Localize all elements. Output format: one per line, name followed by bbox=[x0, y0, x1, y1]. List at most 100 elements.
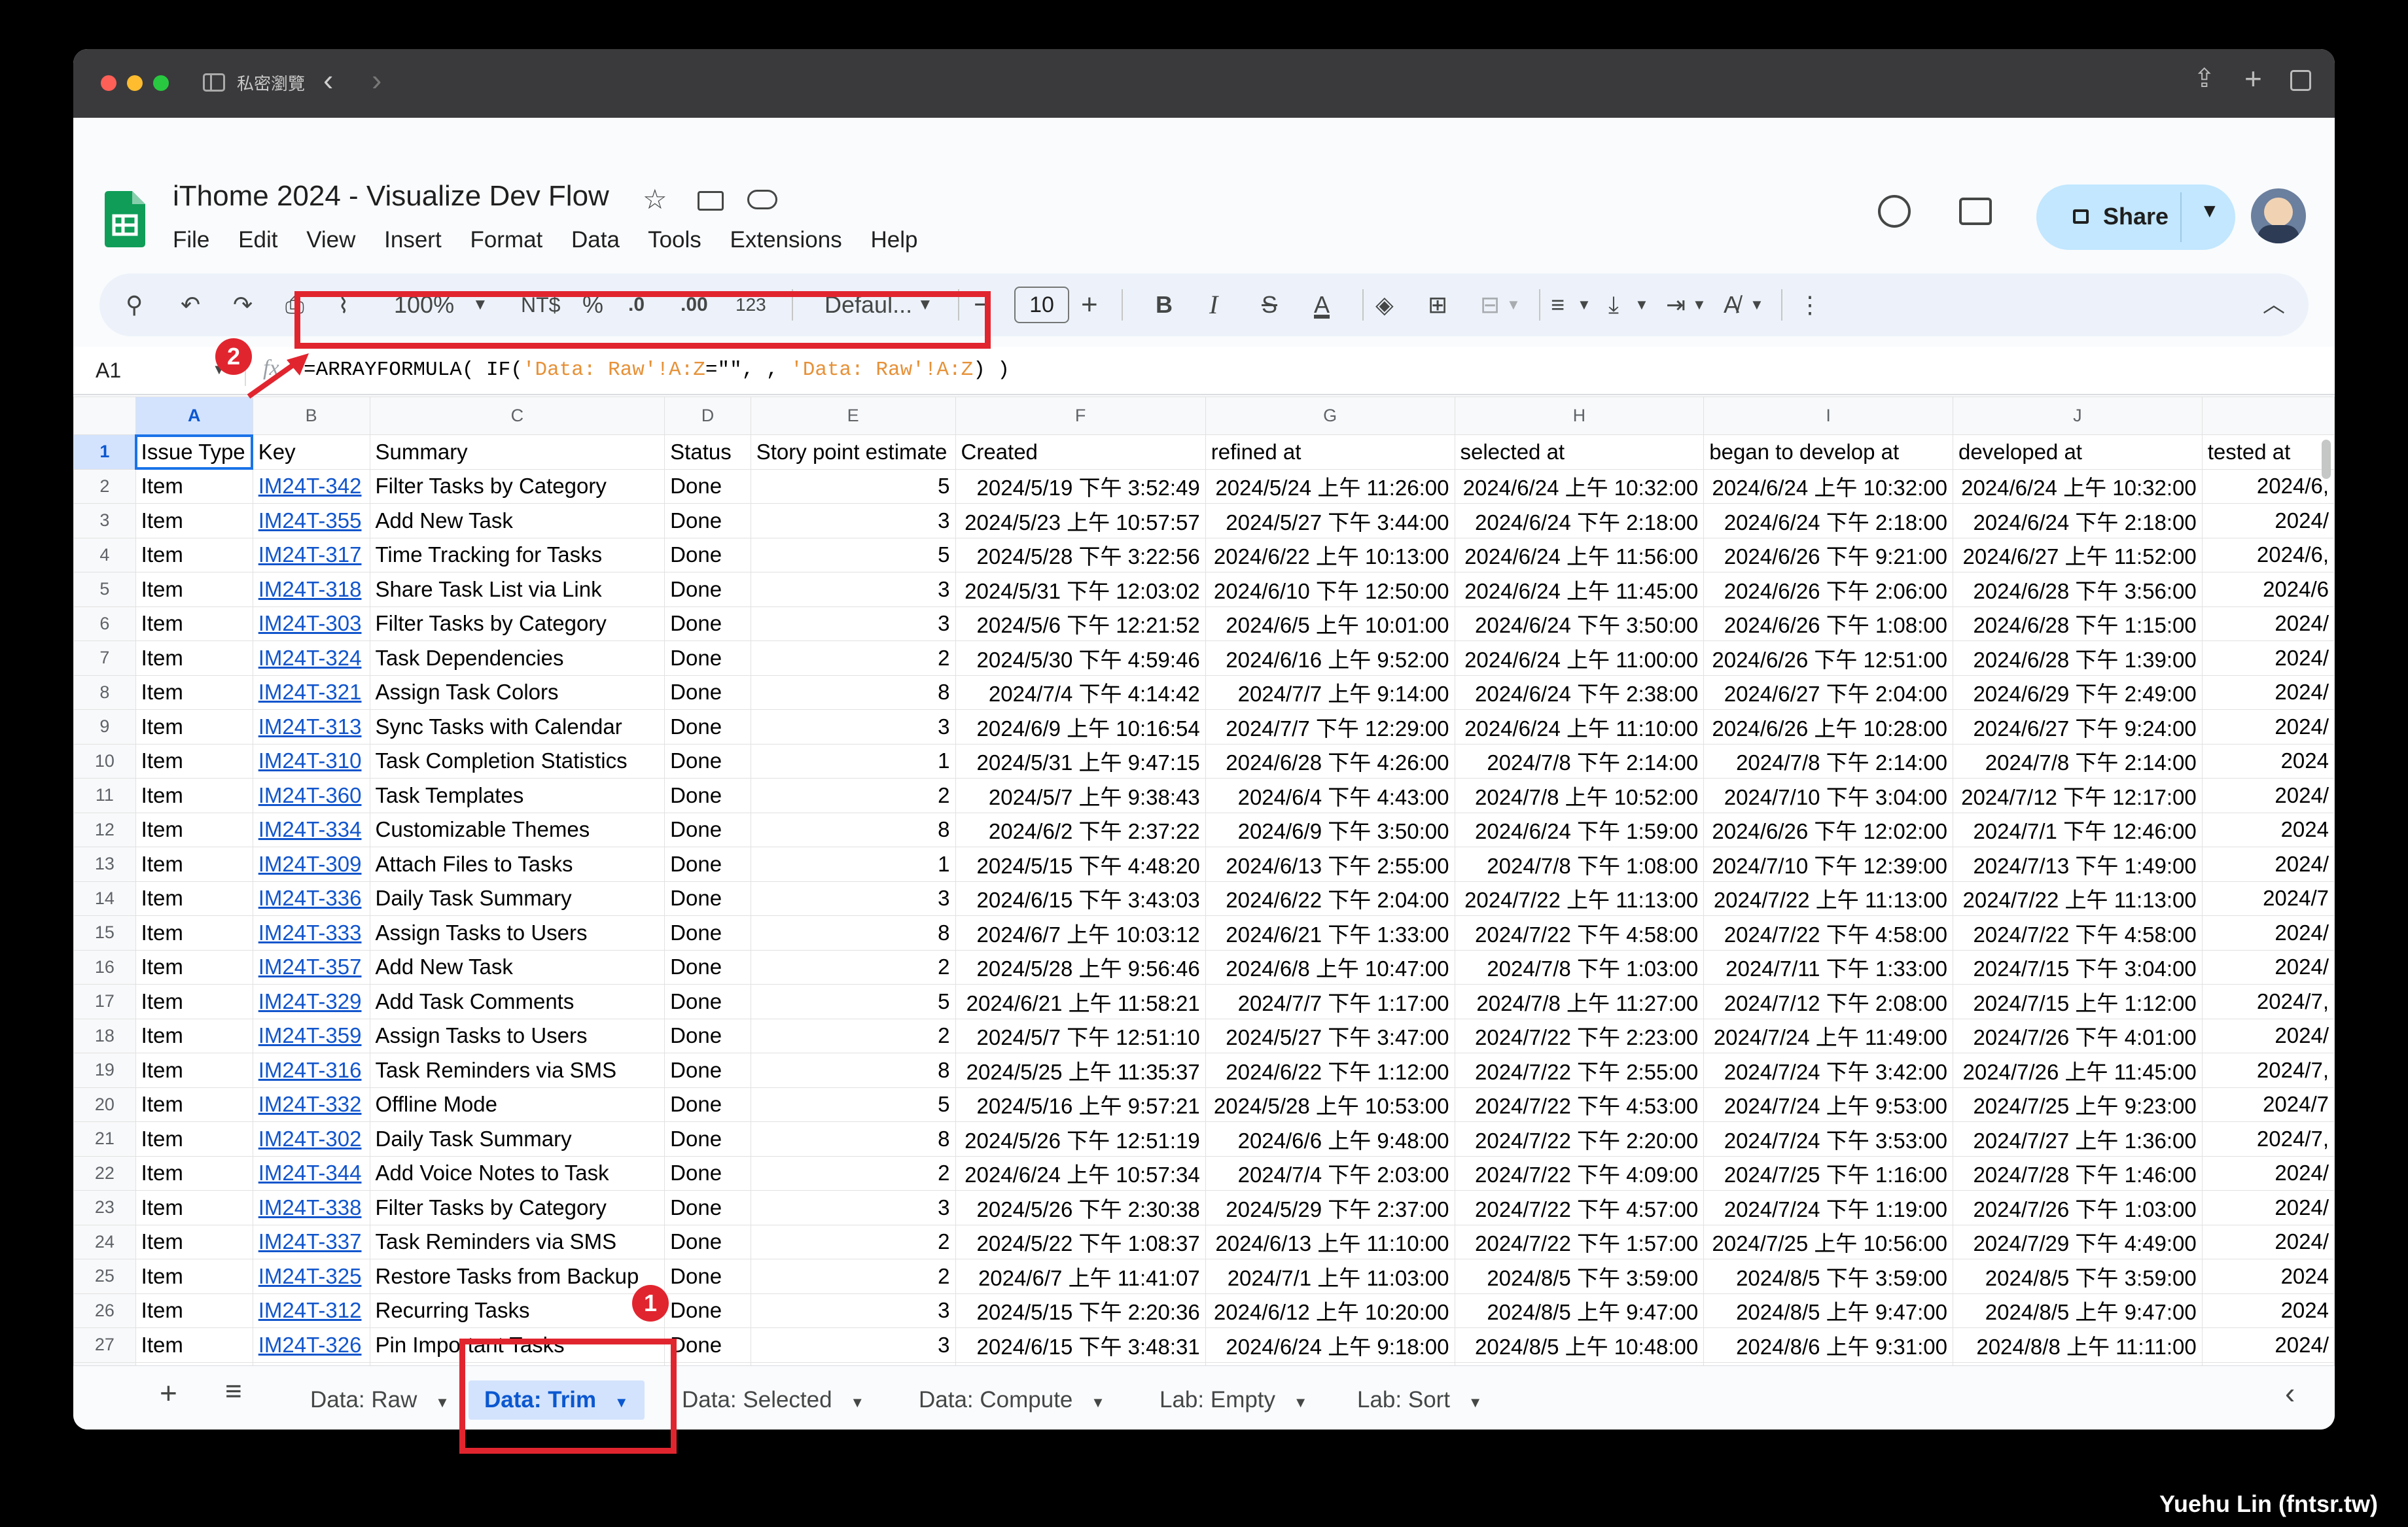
table-cell[interactable]: 2 bbox=[750, 1224, 956, 1259]
table-cell[interactable]: 2024/8/8 上午 11:11:00 bbox=[1952, 1327, 2203, 1363]
table-cell[interactable]: 2024/7/12 下午 12:17:00 bbox=[1952, 778, 2203, 813]
table-cell[interactable]: 2024/6/2 下午 2:37:22 bbox=[955, 812, 1206, 847]
header-cell[interactable]: Issue Type bbox=[135, 434, 254, 470]
table-cell[interactable]: Share Task List via Link bbox=[369, 572, 665, 607]
issue-key-link[interactable]: IM24T-313 bbox=[252, 709, 370, 745]
table-cell[interactable]: 2024/ bbox=[2201, 606, 2335, 641]
table-cell[interactable]: 2024/7/25 上午 9:23:00 bbox=[1952, 1087, 2203, 1122]
sidebar-toggle-icon[interactable] bbox=[203, 73, 225, 92]
table-cell[interactable]: 2024/5/26 下午 12:51:19 bbox=[955, 1121, 1206, 1157]
table-cell[interactable]: 2024/7 bbox=[2201, 1087, 2335, 1122]
menu-edit[interactable]: Edit bbox=[238, 227, 277, 253]
issue-key-link[interactable]: IM24T-357 bbox=[252, 949, 370, 985]
table-cell[interactable]: 2024/ bbox=[2201, 778, 2335, 813]
row-header[interactable]: 12 bbox=[73, 812, 136, 847]
table-cell[interactable]: 3 bbox=[750, 1293, 956, 1328]
table-cell[interactable]: 2024/5/7 下午 12:51:10 bbox=[955, 1018, 1206, 1053]
version-history-icon[interactable] bbox=[1878, 195, 1911, 228]
table-cell[interactable]: 2024/6/24 下午 2:18:00 bbox=[1703, 503, 1953, 538]
table-cell[interactable]: 2024/6/28 下午 4:26:00 bbox=[1205, 743, 1455, 779]
table-cell[interactable]: 2024/7/24 上午 9:53:00 bbox=[1703, 1087, 1953, 1122]
menu-help[interactable]: Help bbox=[870, 227, 917, 253]
share-dropdown-icon[interactable]: ▼ bbox=[2200, 200, 2220, 222]
row-header[interactable]: 25 bbox=[73, 1259, 136, 1294]
table-cell[interactable]: 2024 bbox=[2201, 812, 2335, 847]
vertical-align-icon[interactable]: ⤓ bbox=[1608, 273, 1619, 336]
table-cell[interactable]: 2024/6/22 下午 2:04:00 bbox=[1205, 881, 1455, 916]
column-header-H[interactable]: H bbox=[1454, 396, 1705, 435]
table-cell[interactable]: Filter Tasks by Category bbox=[369, 606, 665, 641]
table-cell[interactable]: 2024/6/24 上午 11:00:00 bbox=[1454, 641, 1705, 676]
row-header[interactable]: 21 bbox=[73, 1121, 136, 1157]
table-cell[interactable]: 2024/ bbox=[2201, 675, 2335, 710]
issue-key-link[interactable]: IM24T-312 bbox=[252, 1293, 370, 1328]
table-cell[interactable]: 5 bbox=[750, 468, 956, 504]
move-folder-icon[interactable] bbox=[698, 191, 724, 211]
issue-key-link[interactable]: IM24T-316 bbox=[252, 1053, 370, 1088]
table-cell[interactable]: 2024/7/24 下午 3:53:00 bbox=[1703, 1121, 1953, 1157]
issue-key-link[interactable]: IM24T-359 bbox=[252, 1018, 370, 1053]
column-header-D[interactable]: D bbox=[664, 396, 751, 435]
table-cell[interactable]: 2024/8/5 下午 3:59:00 bbox=[1703, 1259, 1953, 1294]
avatar[interactable] bbox=[2251, 188, 2306, 243]
strikethrough-button[interactable]: S bbox=[1262, 273, 1277, 336]
table-cell[interactable]: 2024/7/8 下午 1:03:00 bbox=[1454, 949, 1705, 985]
table-cell[interactable]: Customizable Themes bbox=[369, 812, 665, 847]
sheet-tab-dropdown-icon[interactable]: ▼ bbox=[1468, 1394, 1483, 1411]
table-cell[interactable]: 2024/ bbox=[2201, 641, 2335, 676]
table-cell[interactable]: 3 bbox=[750, 1327, 956, 1363]
table-cell[interactable]: 2024/6/24 上午 10:32:00 bbox=[1703, 468, 1953, 504]
table-cell[interactable]: 2024/7/4 下午 2:03:00 bbox=[1205, 1155, 1455, 1191]
star-icon[interactable]: ☆ bbox=[643, 183, 667, 215]
vertical-scrollbar[interactable] bbox=[2322, 440, 2331, 479]
table-cell[interactable]: Item bbox=[135, 468, 253, 504]
table-cell[interactable]: Item bbox=[135, 503, 253, 538]
table-cell[interactable]: 2024/7/8 下午 2:14:00 bbox=[1703, 743, 1953, 779]
spreadsheet-grid[interactable]: A B C D E F G H I J 1 Issue Type Key Summary Status Sto… bbox=[73, 396, 2335, 1394]
table-cell[interactable]: Daily Task Summary bbox=[369, 881, 665, 916]
row-header[interactable]: 11 bbox=[73, 778, 136, 813]
text-rotation-icon[interactable]: A̸ bbox=[1724, 273, 1739, 336]
table-cell[interactable]: 2024/6/6 上午 9:48:00 bbox=[1205, 1121, 1455, 1157]
table-cell[interactable]: 2024/7/28 下午 1:46:00 bbox=[1952, 1155, 2203, 1191]
issue-key-link[interactable]: IM24T-326 bbox=[252, 1327, 370, 1363]
table-cell[interactable]: 2024/5/27 下午 3:44:00 bbox=[1205, 503, 1455, 538]
row-header[interactable]: 17 bbox=[73, 984, 136, 1019]
row-header[interactable]: 2 bbox=[73, 468, 136, 504]
table-cell[interactable]: 8 bbox=[750, 812, 956, 847]
table-cell[interactable]: 2024/6/21 下午 1:33:00 bbox=[1205, 915, 1455, 951]
table-cell[interactable]: 2024/7/7 下午 1:17:00 bbox=[1205, 984, 1455, 1019]
table-cell[interactable]: 2024/7/22 上午 11:13:00 bbox=[1454, 881, 1705, 916]
sheet-tab-data-selected[interactable]: Data: Selected ▼ bbox=[682, 1380, 864, 1420]
table-cell[interactable]: 2 bbox=[750, 778, 956, 813]
table-cell[interactable]: Item bbox=[135, 675, 253, 710]
table-cell[interactable]: Recurring Tasks bbox=[369, 1293, 665, 1328]
table-cell[interactable]: 3 bbox=[750, 881, 956, 916]
sheet-tab-data-raw[interactable]: Data: Raw ▼ bbox=[310, 1380, 450, 1420]
table-cell[interactable]: 2024/6/26 下午 12:51:00 bbox=[1703, 641, 1953, 676]
table-cell[interactable]: Assign Tasks to Users bbox=[369, 915, 665, 951]
row-header[interactable]: 3 bbox=[73, 503, 136, 538]
table-cell[interactable]: 2024/7/22 下午 2:20:00 bbox=[1454, 1121, 1705, 1157]
table-cell[interactable]: Done bbox=[664, 743, 751, 779]
table-cell[interactable]: 2024/6/15 下午 3:43:03 bbox=[955, 881, 1206, 916]
table-cell[interactable]: 2024/6/9 下午 3:50:00 bbox=[1205, 812, 1455, 847]
table-cell[interactable]: 5 bbox=[750, 984, 956, 1019]
row-header[interactable]: 27 bbox=[73, 1327, 136, 1363]
sheet-tab-lab-sort[interactable]: Lab: Sort ▼ bbox=[1357, 1380, 1483, 1420]
table-cell[interactable]: 2024/6/21 上午 11:58:21 bbox=[955, 984, 1206, 1019]
table-cell[interactable]: 2024/7/26 下午 1:03:00 bbox=[1952, 1190, 2203, 1225]
close-window-button[interactable] bbox=[101, 75, 116, 91]
issue-key-link[interactable]: IM24T-360 bbox=[252, 778, 370, 813]
row-header[interactable]: 18 bbox=[73, 1018, 136, 1053]
issue-key-link[interactable]: IM24T-342 bbox=[252, 468, 370, 504]
table-cell[interactable]: 2024/5/28 下午 3:22:56 bbox=[955, 537, 1206, 572]
table-cell[interactable]: 2024/6/16 上午 9:52:00 bbox=[1205, 641, 1455, 676]
issue-key-link[interactable]: IM24T-309 bbox=[252, 847, 370, 882]
header-cell[interactable]: refined at bbox=[1205, 434, 1455, 470]
table-cell[interactable]: 8 bbox=[750, 1053, 956, 1088]
row-header[interactable]: 26 bbox=[73, 1293, 136, 1328]
row-header[interactable]: 16 bbox=[73, 949, 136, 985]
table-cell[interactable]: 2024/7/25 上午 10:56:00 bbox=[1703, 1224, 1953, 1259]
table-cell[interactable]: 2024/ bbox=[2201, 949, 2335, 985]
